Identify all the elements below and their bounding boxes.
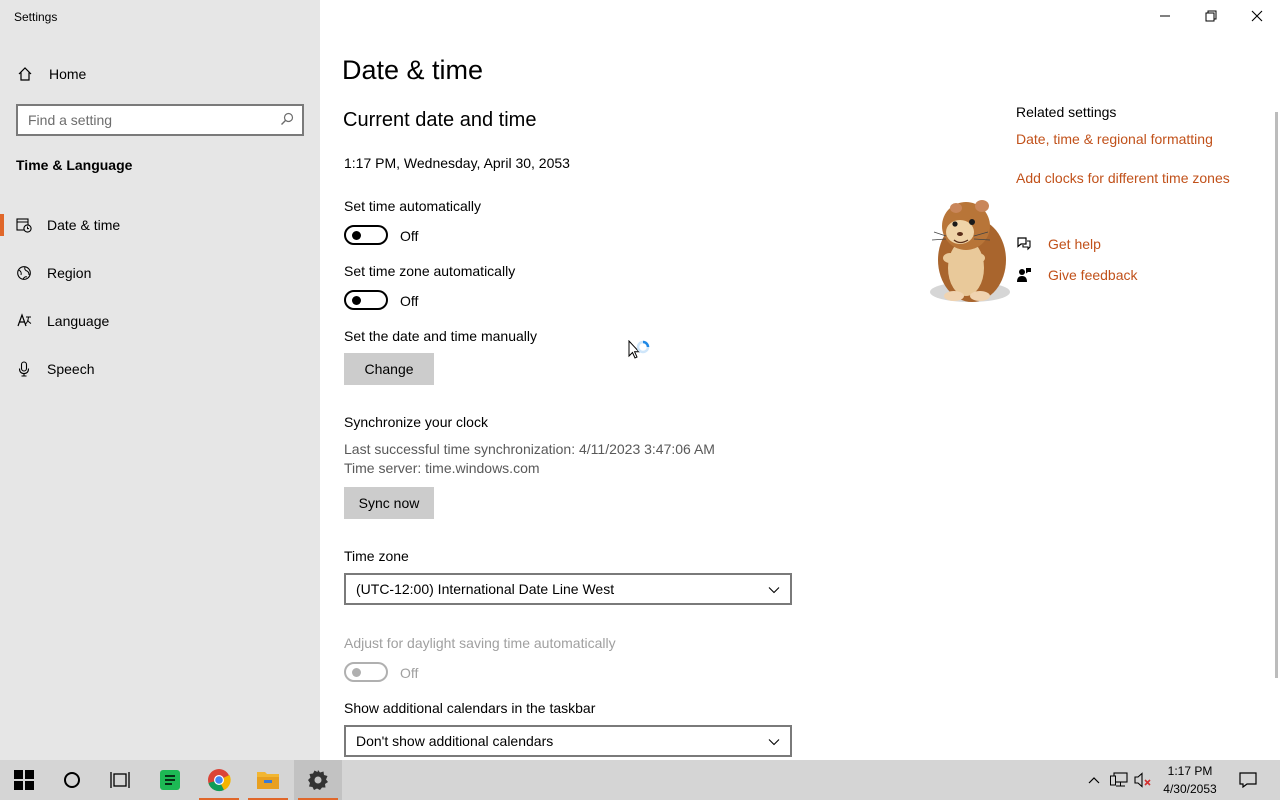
app-title: Settings [14, 10, 58, 24]
scrollbar[interactable] [1275, 112, 1278, 678]
change-button[interactable]: Change [344, 353, 434, 385]
tray-overflow-button[interactable] [1084, 760, 1104, 800]
nav-home[interactable]: Home [16, 62, 86, 86]
settings-app-button[interactable] [294, 760, 342, 800]
manual-datetime-label: Set the date and time manually [344, 328, 538, 344]
taskbar-date: 4/30/2053 [1163, 782, 1217, 796]
sidebar-item-language[interactable]: Language [0, 304, 320, 338]
regional-formatting-link[interactable]: Date, time & regional formatting [1016, 131, 1213, 147]
section-title: Current date and time [343, 109, 537, 131]
sheets-app-button[interactable] [146, 760, 194, 800]
cortana-button[interactable] [48, 760, 96, 800]
sidebar: Settings Home Find a setting Time & Lang… [0, 0, 320, 760]
sidebar-item-date-time[interactable]: Date & time [0, 208, 320, 242]
language-icon [16, 313, 32, 329]
notifications-button[interactable] [1234, 760, 1262, 800]
related-settings-heading: Related settings [1016, 104, 1117, 120]
calendars-select[interactable]: Don't show additional calendars [344, 725, 792, 757]
busy-cursor-icon [628, 340, 650, 359]
task-view-button[interactable] [96, 760, 144, 800]
sidebar-item-speech[interactable]: Speech [0, 352, 320, 386]
last-sync-text: Last successful time synchronization: 4/… [344, 441, 715, 457]
search-placeholder: Find a setting [28, 112, 113, 128]
set-time-auto-toggle[interactable] [344, 225, 388, 245]
sync-title: Synchronize your clock [344, 414, 488, 430]
set-tz-auto-label: Set time zone automatically [344, 263, 516, 279]
calendars-label: Show additional calendars in the taskbar [344, 700, 596, 716]
volume-muted-icon [1134, 772, 1151, 788]
chrome-app-button[interactable] [195, 760, 243, 800]
section-heading: Time & Language [16, 157, 133, 173]
time-zone-value: (UTC-12:00) International Date Line West [356, 581, 615, 597]
minimize-icon [1160, 15, 1170, 17]
restore-button[interactable] [1188, 0, 1234, 32]
calendars-value: Don't show additional calendars [356, 733, 554, 749]
nav-home-label: Home [49, 66, 87, 82]
network-icon [1110, 772, 1128, 787]
set-tz-auto-state: Off [400, 293, 419, 309]
chat-help-icon [1016, 236, 1032, 252]
taskbar-time: 1:17 PM [1167, 764, 1213, 778]
set-time-auto-state: Off [400, 228, 419, 244]
file-explorer-icon [257, 772, 279, 789]
search-icon[interactable] [280, 112, 294, 129]
chevron-up-icon [1088, 777, 1100, 784]
daylight-state: Off [400, 665, 419, 681]
hamster-image [930, 200, 1010, 302]
time-server-text: Time server: time.windows.com [344, 460, 540, 476]
time-zone-select[interactable]: (UTC-12:00) International Date Line West [344, 573, 792, 605]
task-view-icon [110, 772, 130, 788]
daylight-label: Adjust for daylight saving time automati… [344, 635, 616, 651]
chevron-down-icon [768, 581, 780, 597]
date-time-icon [16, 217, 32, 233]
region-icon [16, 265, 32, 281]
chrome-icon [208, 769, 231, 792]
restore-icon [1205, 10, 1217, 22]
feedback-icon [1016, 267, 1032, 283]
daylight-toggle [344, 662, 388, 682]
search-input[interactable]: Find a setting [16, 104, 304, 136]
get-help-link[interactable]: Get help [1016, 236, 1101, 252]
chevron-down-icon [768, 733, 780, 749]
sync-now-button[interactable]: Sync now [344, 487, 434, 519]
microphone-icon [16, 361, 32, 377]
get-help-label: Get help [1048, 236, 1101, 252]
taskbar-clock[interactable]: 1:17 PM 4/30/2053 [1152, 762, 1228, 798]
sidebar-item-label: Date & time [47, 217, 121, 233]
start-icon [14, 770, 34, 790]
sidebar-item-label: Speech [47, 361, 95, 377]
give-feedback-link[interactable]: Give feedback [1016, 267, 1138, 283]
network-button[interactable] [1108, 760, 1130, 800]
taskbar: 1:17 PM 4/30/2053 [0, 760, 1280, 800]
page-title: Date & time [342, 55, 484, 85]
time-zone-label: Time zone [344, 548, 409, 564]
sidebar-item-region[interactable]: Region [0, 256, 320, 290]
cortana-icon [64, 772, 80, 788]
notification-icon [1239, 772, 1257, 788]
minimize-button[interactable] [1142, 0, 1188, 32]
volume-button[interactable] [1132, 760, 1154, 800]
home-icon [16, 65, 34, 83]
add-clocks-link[interactable]: Add clocks for different time zones [1016, 170, 1230, 186]
sidebar-item-label: Region [47, 265, 92, 281]
close-icon [1251, 10, 1263, 22]
current-datetime: 1:17 PM, Wednesday, April 30, 2053 [344, 155, 570, 171]
set-time-auto-label: Set time automatically [344, 198, 481, 214]
start-button[interactable] [0, 760, 48, 800]
set-tz-auto-toggle[interactable] [344, 290, 388, 310]
settings-gear-icon [308, 770, 328, 790]
give-feedback-label: Give feedback [1048, 267, 1138, 283]
file-explorer-button[interactable] [244, 760, 292, 800]
sidebar-item-label: Language [47, 313, 110, 329]
sheets-icon [160, 770, 180, 790]
close-button[interactable] [1234, 0, 1280, 32]
